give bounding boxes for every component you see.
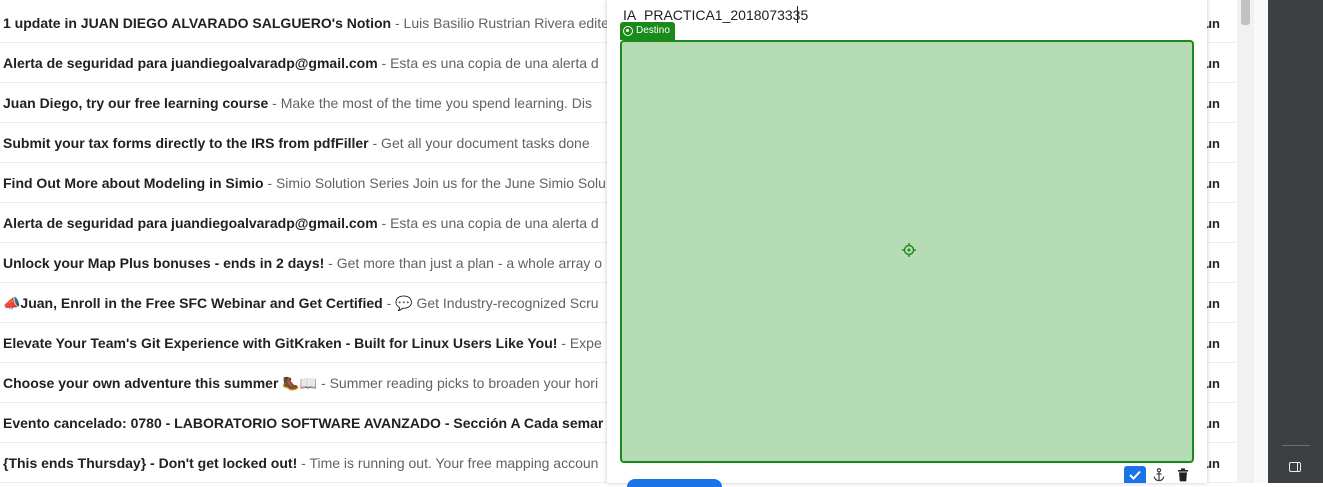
email-subject: Unlock your Map Plus bonuses - ends in 2… [3, 255, 603, 271]
email-subject: Find Out More about Modeling in Simio - … [3, 175, 606, 191]
scrollbar-thumb[interactable] [1241, 0, 1250, 25]
compose-window: Destino [607, 0, 1207, 487]
email-subject: Evento cancelado: 0780 - LABORATORIO SOF… [3, 415, 604, 431]
email-snippet: - Esta es una copia de una alerta d [377, 215, 599, 231]
drop-toolbar [1124, 466, 1194, 483]
drop-target-tag: Destino [620, 22, 675, 40]
email-snippet: - Get more than just a plan - a whole ar… [324, 255, 603, 271]
email-snippet: - Time is running out. Your free mapping… [297, 455, 599, 471]
email-subject: Submit your tax forms directly to the IR… [3, 135, 590, 151]
scrollbar-track[interactable] [1237, 0, 1254, 483]
delete-button[interactable] [1172, 466, 1194, 483]
side-panel-divider [1282, 445, 1310, 446]
text-caret [797, 6, 798, 23]
anchor-icon [1153, 467, 1165, 481]
email-snippet: - Simio Solution Series Join us for the … [263, 175, 606, 191]
email-subject: {This ends Thursday} - Don't get locked … [3, 455, 599, 471]
side-panel [1268, 0, 1323, 483]
email-subject: Juan Diego, try our free learning course… [3, 95, 593, 111]
email-subject: Alerta de seguridad para juandiegoalvara… [3, 55, 599, 71]
send-button[interactable] [627, 479, 722, 487]
email-subject: 1 update in JUAN DIEGO ALVARADO SALGUERO… [3, 15, 617, 31]
email-snippet: - Make the most of the time you spend le… [268, 95, 593, 111]
drop-target-label: Destino [636, 25, 670, 36]
email-subject: Alerta de seguridad para juandiegoalvara… [3, 215, 599, 231]
email-snippet: - Esta es una copia de una alerta d [377, 55, 599, 71]
crosshair-icon [902, 243, 916, 257]
email-snippet: - Luis Basilio Rustrian Rivera edited [391, 15, 617, 31]
email-subject: Elevate Your Team's Git Experience with … [3, 335, 602, 351]
confirm-button[interactable] [1124, 466, 1146, 483]
email-subject: Choose your own adventure this summer 🥾📖… [3, 375, 599, 391]
email-snippet: - Expe [557, 335, 602, 351]
check-icon [1129, 470, 1141, 480]
email-subject: 📣Juan, Enroll in the Free SFC Webinar an… [3, 295, 599, 311]
email-snippet: - Summer reading picks to broaden your h… [317, 375, 599, 391]
drop-target-area[interactable] [620, 40, 1194, 463]
side-panel-toggle-icon[interactable] [1289, 462, 1301, 472]
subject-input[interactable] [623, 4, 1183, 26]
email-snippet: - 💬 Get Industry-recognized Scru [382, 295, 599, 311]
target-icon [623, 26, 633, 36]
email-snippet: - Get all your document tasks done [368, 135, 590, 151]
anchor-button[interactable] [1148, 466, 1170, 483]
trash-icon [1178, 467, 1188, 481]
gutter [1254, 0, 1268, 483]
